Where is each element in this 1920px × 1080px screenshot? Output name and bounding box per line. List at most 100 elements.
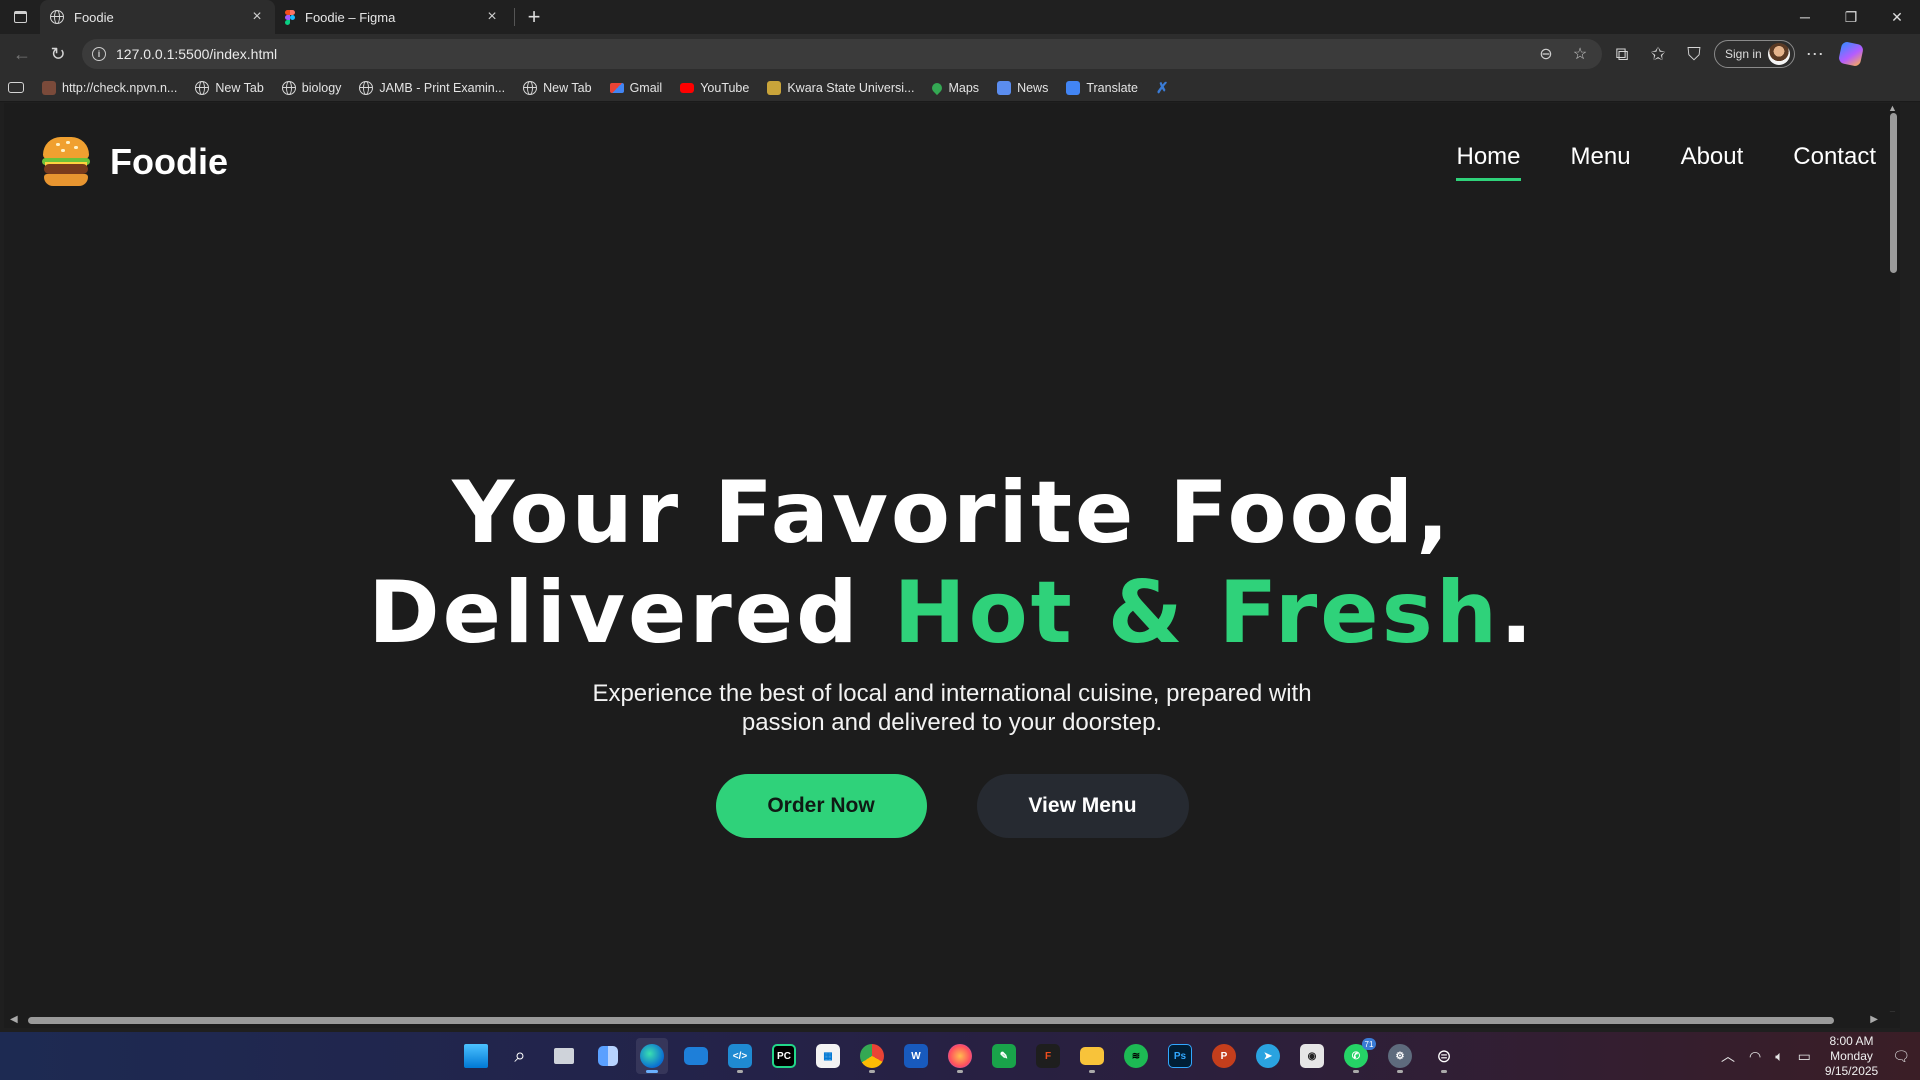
wifi-icon[interactable]: ◠ [1749, 1048, 1761, 1065]
volume-icon[interactable]: 🔈︎ [1775, 1048, 1783, 1065]
bookmark-label: News [1017, 80, 1049, 95]
address-url[interactable]: 127.0.0.1:5500/index.html [116, 46, 1524, 62]
notepad-icon[interactable]: ✎ [988, 1038, 1020, 1074]
bookmark-item[interactable]: http://check.npvn.n... [42, 80, 177, 95]
photoshop-icon[interactable]: Ps [1164, 1038, 1196, 1074]
edge-icon[interactable] [636, 1038, 668, 1074]
close-tab-icon[interactable]: × [249, 8, 265, 26]
sign-in-label: Sign in [1725, 47, 1762, 61]
clock-day: Monday [1830, 1048, 1873, 1063]
bookmark-item[interactable]: Kwara State Universi... [767, 80, 915, 95]
vertical-scroll-thumb[interactable] [1890, 113, 1897, 273]
new-tab-button[interactable]: + [519, 2, 549, 32]
bookmark-label: Translate [1086, 80, 1138, 95]
firefox-icon[interactable] [944, 1038, 976, 1074]
word-icon[interactable]: W [900, 1038, 932, 1074]
settings-icon[interactable]: ⚙ [1384, 1038, 1416, 1074]
globe-icon [195, 80, 210, 95]
mail-icon[interactable] [680, 1038, 712, 1074]
task-view-icon[interactable] [548, 1038, 580, 1074]
battery-icon[interactable]: ▭ [1798, 1048, 1811, 1065]
horizontal-scroll-thumb[interactable] [28, 1017, 1834, 1024]
globe-icon [523, 80, 538, 95]
widgets-icon[interactable] [592, 1038, 624, 1074]
nav-about[interactable]: About [1681, 143, 1744, 181]
globe-icon [50, 10, 64, 24]
avatar [1767, 43, 1790, 65]
reload-icon[interactable]: ↻ [42, 38, 74, 70]
address-bar[interactable]: i 127.0.0.1:5500/index.html ⊖ ☆ [82, 39, 1602, 69]
spotify-icon[interactable]: ≋ [1120, 1038, 1152, 1074]
site-header: Foodie Home Menu About Contact [4, 103, 1900, 223]
window-controls: ─ ❐ ✕ [1782, 0, 1920, 34]
telegram-icon[interactable]: ➤ [1252, 1038, 1284, 1074]
restore-icon[interactable]: ❐ [1828, 0, 1874, 34]
whatsapp-icon[interactable]: ✆ 71 [1340, 1038, 1376, 1074]
tab-foodie-figma[interactable]: Foodie – Figma × [275, 0, 510, 34]
bookmark-item[interactable]: News [997, 80, 1049, 95]
bookmark-label: New Tab [215, 80, 264, 95]
bookmark-item[interactable]: Translate [1066, 80, 1138, 95]
vscode-icon[interactable]: </> [724, 1038, 756, 1074]
bookmark-label: Kwara State Universi... [787, 80, 915, 95]
favorites-icon[interactable]: ✩ [1642, 38, 1674, 70]
horizontal-scrollbar[interactable]: ◀ ▶ [4, 1012, 1900, 1028]
system-tray: ︿ ◠ 🔈︎ ▭ 8:00 AM Monday 9/15/2025 🗨︎ [1721, 1032, 1910, 1080]
order-now-button[interactable]: Order Now [715, 774, 927, 838]
tab-foodie[interactable]: Foodie × [40, 0, 275, 34]
figma-taskbar-icon[interactable]: F [1032, 1038, 1064, 1074]
windows-taskbar: ⌕ </> PC ▦ W ✎ F ≋ Ps P ➤ ◉ ✆ 71 ⚙ ⊜ ︿ ◠ … [0, 1032, 1920, 1080]
view-menu-button[interactable]: View Menu [976, 774, 1189, 838]
taskbar-clock[interactable]: 8:00 AM Monday 9/15/2025 [1825, 1034, 1878, 1079]
start-icon[interactable] [460, 1038, 492, 1074]
favorite-star-icon[interactable]: ☆ [1568, 44, 1592, 64]
notifications-icon[interactable]: 🗨︎ [1892, 1048, 1910, 1065]
browser-essentials-icon[interactable]: ⛉ [1678, 38, 1710, 70]
search-icon[interactable]: ⌕ [504, 1038, 536, 1074]
tab-actions-menu-icon[interactable] [0, 0, 40, 34]
site-logo[interactable]: Foodie [42, 137, 228, 187]
nav-contact[interactable]: Contact [1793, 143, 1876, 181]
steam-icon[interactable]: ⊜ [1428, 1038, 1460, 1074]
terminal-icon[interactable]: ◉ [1296, 1038, 1328, 1074]
bookmark-item[interactable]: Gmail [609, 81, 662, 95]
bookmark-item[interactable]: biology [281, 80, 341, 95]
close-tab-icon[interactable]: × [484, 8, 500, 26]
bookmark-item[interactable]: ✗ [1156, 79, 1169, 97]
vertical-scrollbar[interactable]: ▲ ▼ [1886, 103, 1900, 1019]
bookmark-item[interactable]: YouTube [680, 81, 749, 95]
bookmark-item[interactable]: New Tab [195, 80, 264, 95]
scroll-up-icon[interactable]: ▲ [1888, 103, 1897, 113]
sign-in-button[interactable]: Sign in [1714, 40, 1795, 68]
burger-icon [42, 137, 90, 187]
copilot-icon[interactable] [1835, 38, 1867, 70]
youtube-icon [680, 82, 695, 93]
site-info-icon[interactable]: i [92, 47, 106, 61]
sidebar-toggle-icon[interactable] [8, 82, 24, 93]
scroll-right-icon[interactable]: ▶ [1870, 1014, 1878, 1025]
show-hidden-icons-icon[interactable]: ︿ [1721, 1046, 1735, 1066]
figma-icon [285, 9, 295, 25]
headline-period: . [1500, 563, 1536, 663]
nav-home[interactable]: Home [1456, 143, 1521, 181]
nav-menu[interactable]: Menu [1571, 143, 1631, 181]
extensions-icon[interactable]: ⧉ [1606, 38, 1638, 70]
close-window-icon[interactable]: ✕ [1874, 0, 1920, 34]
bookmark-item[interactable]: JAMB - Print Examin... [359, 80, 505, 95]
file-explorer-icon[interactable] [1076, 1038, 1108, 1074]
minimize-icon[interactable]: ─ [1782, 0, 1828, 34]
reader-mode-icon[interactable]: ⊖ [1534, 44, 1558, 64]
powerpoint-icon[interactable]: P [1208, 1038, 1240, 1074]
main-nav: Home Menu About Contact [1456, 143, 1876, 181]
bookmark-item[interactable]: New Tab [523, 80, 592, 95]
back-arrow-icon[interactable]: ← [6, 38, 38, 70]
store-icon[interactable]: ▦ [812, 1038, 844, 1074]
chrome-icon[interactable] [856, 1038, 888, 1074]
clock-date: 9/15/2025 [1824, 1063, 1879, 1078]
pycharm-icon[interactable]: PC [768, 1038, 800, 1074]
more-menu-icon[interactable]: ⋯ [1799, 38, 1831, 70]
taskbar-apps: ⌕ </> PC ▦ W ✎ F ≋ Ps P ➤ ◉ ✆ 71 ⚙ ⊜ [460, 1032, 1460, 1080]
headline-line-2-prefix: Delivered [368, 563, 894, 663]
bookmark-item[interactable]: Maps [930, 80, 979, 95]
scroll-left-icon[interactable]: ◀ [10, 1014, 18, 1025]
